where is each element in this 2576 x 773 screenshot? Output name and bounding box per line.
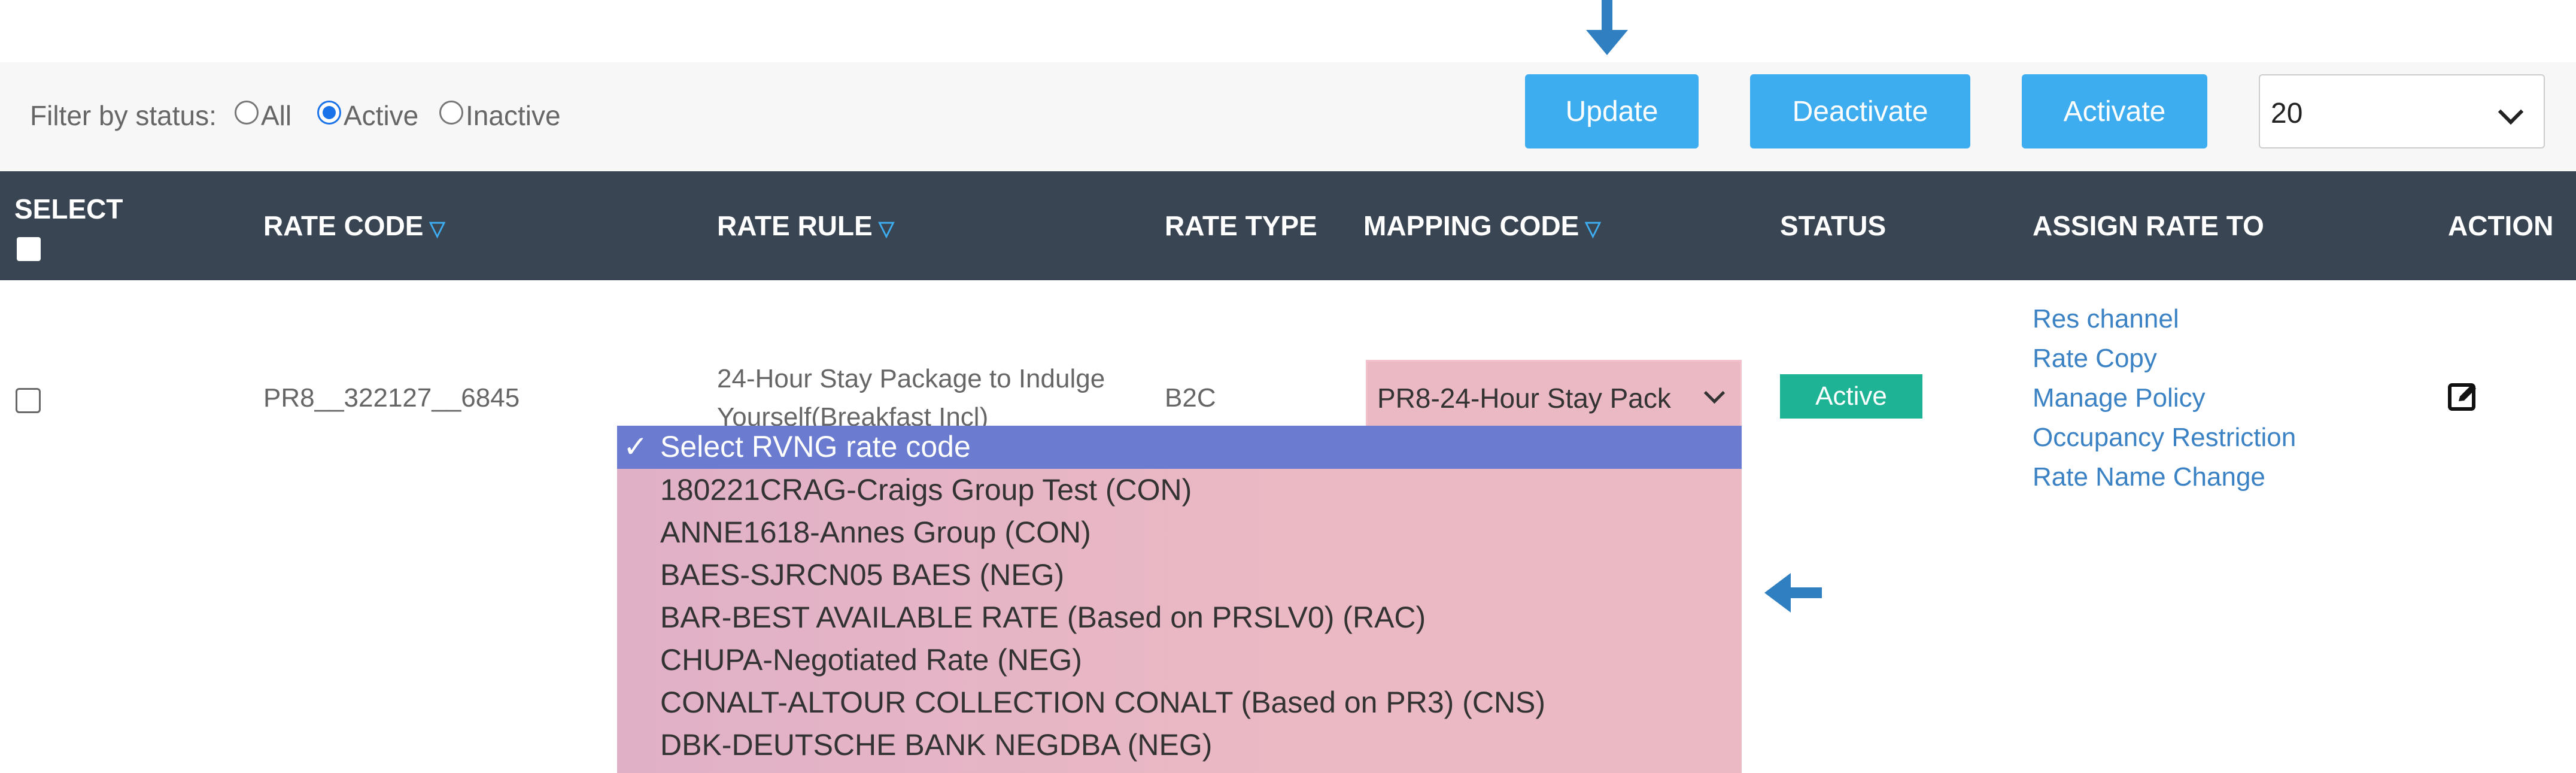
link-rate-copy[interactable]: Rate Copy bbox=[2033, 344, 2157, 374]
row-checkbox[interactable] bbox=[16, 388, 41, 413]
chevron-down-icon bbox=[1703, 382, 1726, 404]
page-size-select[interactable]: 20 bbox=[2259, 74, 2545, 148]
header-rate-code[interactable]: RATE CODE ▽ bbox=[263, 210, 445, 242]
sort-icon[interactable]: ▽ bbox=[430, 217, 445, 240]
dropdown-option[interactable]: DBK-DEUTSCHE BANK NEGDBA (NEG) bbox=[660, 727, 1212, 762]
radio-all[interactable] bbox=[235, 101, 259, 125]
activate-button[interactable]: Activate bbox=[2022, 74, 2207, 148]
header-select: SELECT bbox=[14, 193, 123, 225]
radio-inactive[interactable] bbox=[439, 101, 463, 125]
mapping-code-value: PR8-24-Hour Stay Pack bbox=[1377, 383, 1671, 414]
header-mapping-code[interactable]: MAPPING CODE ▽ bbox=[1363, 210, 1601, 242]
mapping-code-select[interactable]: PR8-24-Hour Stay Pack bbox=[1366, 360, 1742, 432]
dropdown-option[interactable]: BAR-BEST AVAILABLE RATE (Based on PRSLV0… bbox=[660, 600, 1426, 635]
radio-active-label[interactable]: Active bbox=[344, 99, 418, 132]
dropdown-option-selected[interactable]: ✓ Select RVNG rate code bbox=[617, 426, 1742, 469]
dropdown-option[interactable]: 180221CRAG-Craigs Group Test (CON) bbox=[660, 472, 1192, 507]
rate-code-cell: PR8__322127__6845 bbox=[263, 383, 520, 413]
link-manage-policy[interactable]: Manage Policy bbox=[2033, 383, 2206, 413]
header-action: ACTION bbox=[2448, 210, 2554, 241]
link-res-channel[interactable]: Res channel bbox=[2033, 304, 2179, 334]
radio-all-label[interactable]: All bbox=[261, 99, 291, 132]
filter-label: Filter by status: bbox=[30, 100, 217, 131]
select-all-checkbox[interactable] bbox=[17, 237, 41, 261]
sort-icon[interactable]: ▽ bbox=[879, 217, 894, 240]
header-status: STATUS bbox=[1780, 210, 1887, 241]
deactivate-button[interactable]: Deactivate bbox=[1750, 74, 1970, 148]
mapping-code-dropdown: ✓ Select RVNG rate code 180221CRAG-Craig… bbox=[617, 426, 1742, 773]
page-size-value: 20 bbox=[2271, 98, 2303, 129]
arrow-left-icon bbox=[1764, 573, 1822, 613]
header-rate-rule[interactable]: RATE RULE ▽ bbox=[717, 210, 894, 242]
link-occupancy-restriction[interactable]: Occupancy Restriction bbox=[2033, 423, 2296, 453]
radio-inactive-label[interactable]: Inactive bbox=[466, 99, 561, 132]
check-icon: ✓ bbox=[623, 430, 648, 463]
dropdown-option[interactable]: ANNE1618-Annes Group (CON) bbox=[660, 515, 1091, 550]
arrow-down-icon bbox=[1586, 0, 1628, 55]
rate-rule-line1: 24-Hour Stay Package to Indulge bbox=[717, 364, 1105, 393]
rate-type-cell: B2C bbox=[1165, 383, 1216, 413]
dropdown-option[interactable]: BAES-SJRCN05 BAES (NEG) bbox=[660, 557, 1064, 592]
dropdown-option-label: Select RVNG rate code bbox=[660, 430, 971, 463]
chevron-down-icon bbox=[2498, 99, 2524, 125]
header-assign-rate-to: ASSIGN RATE TO bbox=[2033, 210, 2264, 241]
header-rate-type: RATE TYPE bbox=[1165, 210, 1317, 241]
dropdown-option[interactable]: CHUPA-Negotiated Rate (NEG) bbox=[660, 642, 1082, 677]
update-button[interactable]: Update bbox=[1525, 74, 1699, 148]
sort-icon[interactable]: ▽ bbox=[1585, 217, 1600, 240]
edit-icon[interactable] bbox=[2447, 380, 2480, 413]
status-badge: Active bbox=[1780, 374, 1922, 419]
dropdown-option[interactable]: CONALT-ALTOUR COLLECTION CONALT (Based o… bbox=[660, 685, 1545, 720]
radio-active[interactable] bbox=[317, 101, 341, 125]
link-rate-name-change[interactable]: Rate Name Change bbox=[2033, 462, 2265, 492]
